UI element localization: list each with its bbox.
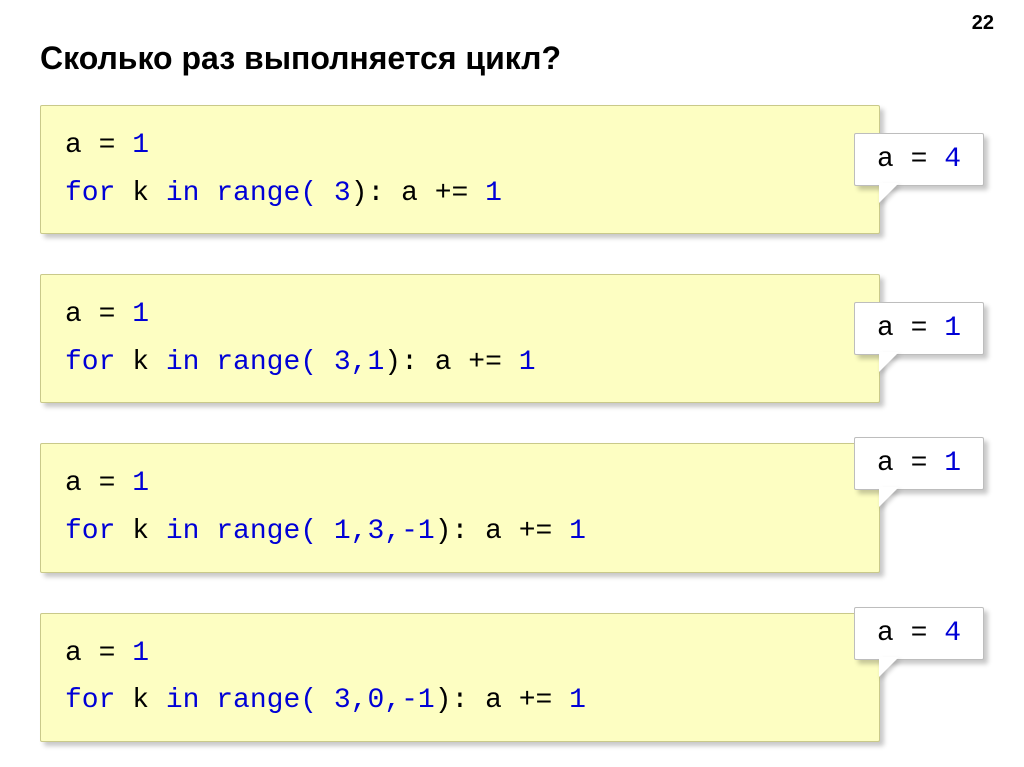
bubble-tail-icon [879,657,899,677]
answer-label: a = [877,313,944,344]
code-line-1: a = 1 [65,122,855,170]
example-3: a = 1 for k in range( 1,3,-1): a += 1 a … [40,443,984,572]
bubble-tail-icon [879,487,899,507]
answer-value: 4 [944,144,961,175]
answer-bubble-2: a = 1 [854,302,984,355]
example-2: a = 1 for k in range( 3,1): a += 1 a = 1 [40,274,984,403]
code-line-1: a = 1 [65,460,855,508]
code-line-2: for k in range( 3): a += 1 [65,170,855,218]
page-title: Сколько раз выполняется цикл? [40,40,984,77]
code-line-1: a = 1 [65,291,855,339]
answer-bubble-4: a = 4 [854,607,984,660]
code-block: a = 1 for k in range( 3): a += 1 [40,105,880,234]
answer-value: 1 [944,313,961,344]
answer-bubble-3: a = 1 [854,437,984,490]
answer-value: 1 [944,448,961,479]
example-1: a = 1 for k in range( 3): a += 1 a = 4 [40,105,984,234]
code-block: a = 1 for k in range( 3,0,-1): a += 1 [40,613,880,742]
answer-label: a = [877,618,944,649]
code-line-2: for k in range( 3,1): a += 1 [65,339,855,387]
bubble-tail-icon [879,352,899,372]
code-block: a = 1 for k in range( 1,3,-1): a += 1 [40,443,880,572]
page-number: 22 [972,12,994,35]
code-block: a = 1 for k in range( 3,1): a += 1 [40,274,880,403]
answer-label: a = [877,448,944,479]
code-line-2: for k in range( 3,0,-1): a += 1 [65,677,855,725]
answer-label: a = [877,144,944,175]
example-4: a = 1 for k in range( 3,0,-1): a += 1 a … [40,613,984,742]
answer-value: 4 [944,618,961,649]
code-line-2: for k in range( 1,3,-1): a += 1 [65,508,855,556]
bubble-tail-icon [879,183,899,203]
code-line-1: a = 1 [65,630,855,678]
answer-bubble-1: a = 4 [854,133,984,186]
